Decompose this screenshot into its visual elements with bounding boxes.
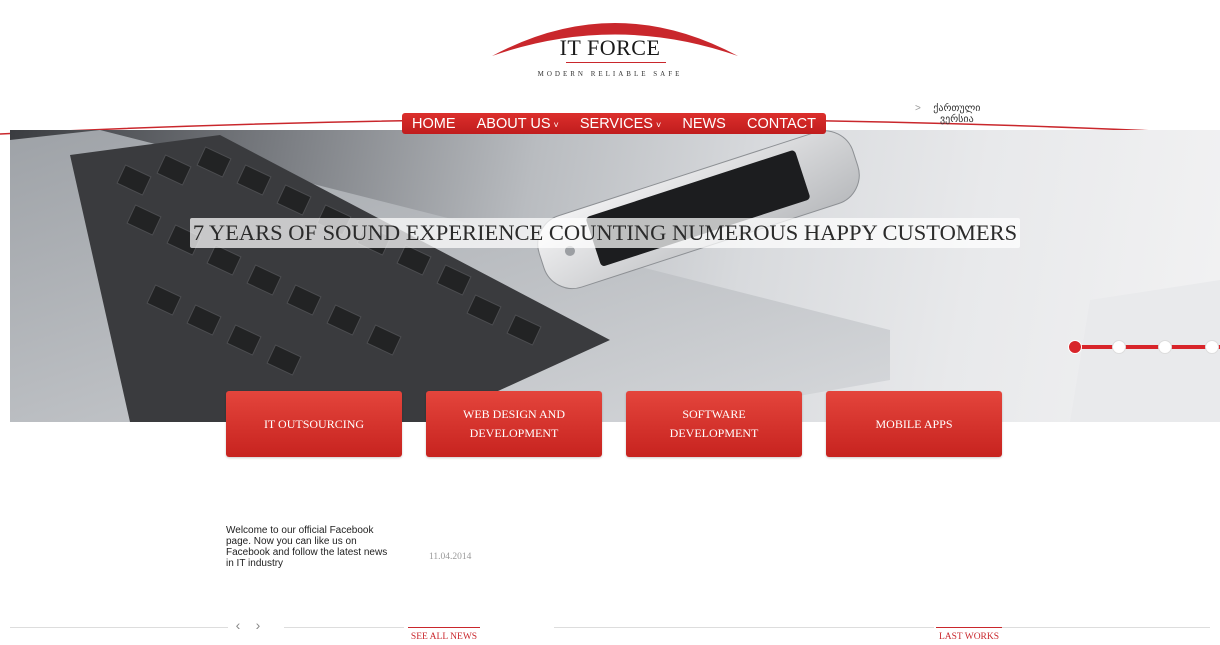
divider [284,627,404,628]
divider [1002,627,1210,628]
language-switch[interactable]: > ქართული ვერსია [915,103,983,125]
logo-tagline: MODERN RELIABLE SAFE [537,70,683,78]
see-all-news-link[interactable]: SEE ALL NEWS [408,627,480,645]
divider [10,627,228,628]
main-nav: HOME ABOUT US ˅ SERVICES ˅ NEWS CONTACT [402,113,826,134]
service-label: SOFTWARE DEVELOPMENT [669,407,759,440]
slider-dot-4[interactable] [1205,340,1219,354]
logo-title: IT FORCE [559,35,661,60]
phone-image [537,130,860,290]
slider-dot-2[interactable] [1112,340,1126,354]
nav-news[interactable]: NEWS [682,116,726,132]
nav-services-label: SERVICES [579,115,653,132]
divider [554,627,934,628]
hero-headline: 7 YEARS OF SOUND EXPERIENCE COUNTING NUM… [190,218,1020,248]
nav-news-label: NEWS [682,115,726,132]
slider-dot-3[interactable] [1158,340,1172,354]
slider-dot-1[interactable] [1068,340,1082,354]
chevron-right-icon: > [915,103,921,114]
last-works-link[interactable]: LAST WORKS [936,627,1002,645]
news-carousel-controls: ‹ › [232,617,264,633]
nav-home[interactable]: HOME [412,116,456,132]
service-software-development[interactable]: SOFTWARE DEVELOPMENT [626,391,802,457]
nav-about-us-label: ABOUT US [476,115,551,132]
nav-services[interactable]: SERVICES ˅ [580,116,661,132]
language-label: ქართული ვერსია [933,103,981,125]
chevron-down-icon: ˅ [655,119,662,130]
nav-home-label: HOME [412,115,456,132]
service-label: IT OUTSOURCING [263,416,365,431]
service-it-outsourcing[interactable]: IT OUTSOURCING [226,391,402,457]
nav-about-us[interactable]: ABOUT US ˅ [477,116,559,132]
news-item-date: 11.04.2014 [429,552,472,562]
slider-track [1072,345,1220,349]
service-mobile-apps[interactable]: MOBILE APPS [826,391,1002,457]
hero-slider: 7 YEARS OF SOUND EXPERIENCE COUNTING NUM… [10,130,1220,422]
nav-contact[interactable]: CONTACT [747,116,816,132]
service-web-design[interactable]: WEB DESIGN AND DEVELOPMENT [426,391,602,457]
chevron-down-icon: ˅ [553,119,559,130]
slider-pagination [1068,339,1220,355]
service-label: MOBILE APPS [875,416,953,431]
nav-contact-label: CONTACT [746,115,816,132]
page: IT FORCE MODERN RELIABLE SAFE 7 YEARS OF… [0,0,1220,645]
logo-divider [566,62,666,63]
chevron-right-icon[interactable]: › [252,617,264,633]
news-item-text[interactable]: Welcome to our official Facebook page. N… [226,525,396,569]
hero-image [10,130,1220,422]
service-label: WEB DESIGN AND DEVELOPMENT [463,407,565,440]
chevron-left-icon[interactable]: ‹ [232,617,244,633]
